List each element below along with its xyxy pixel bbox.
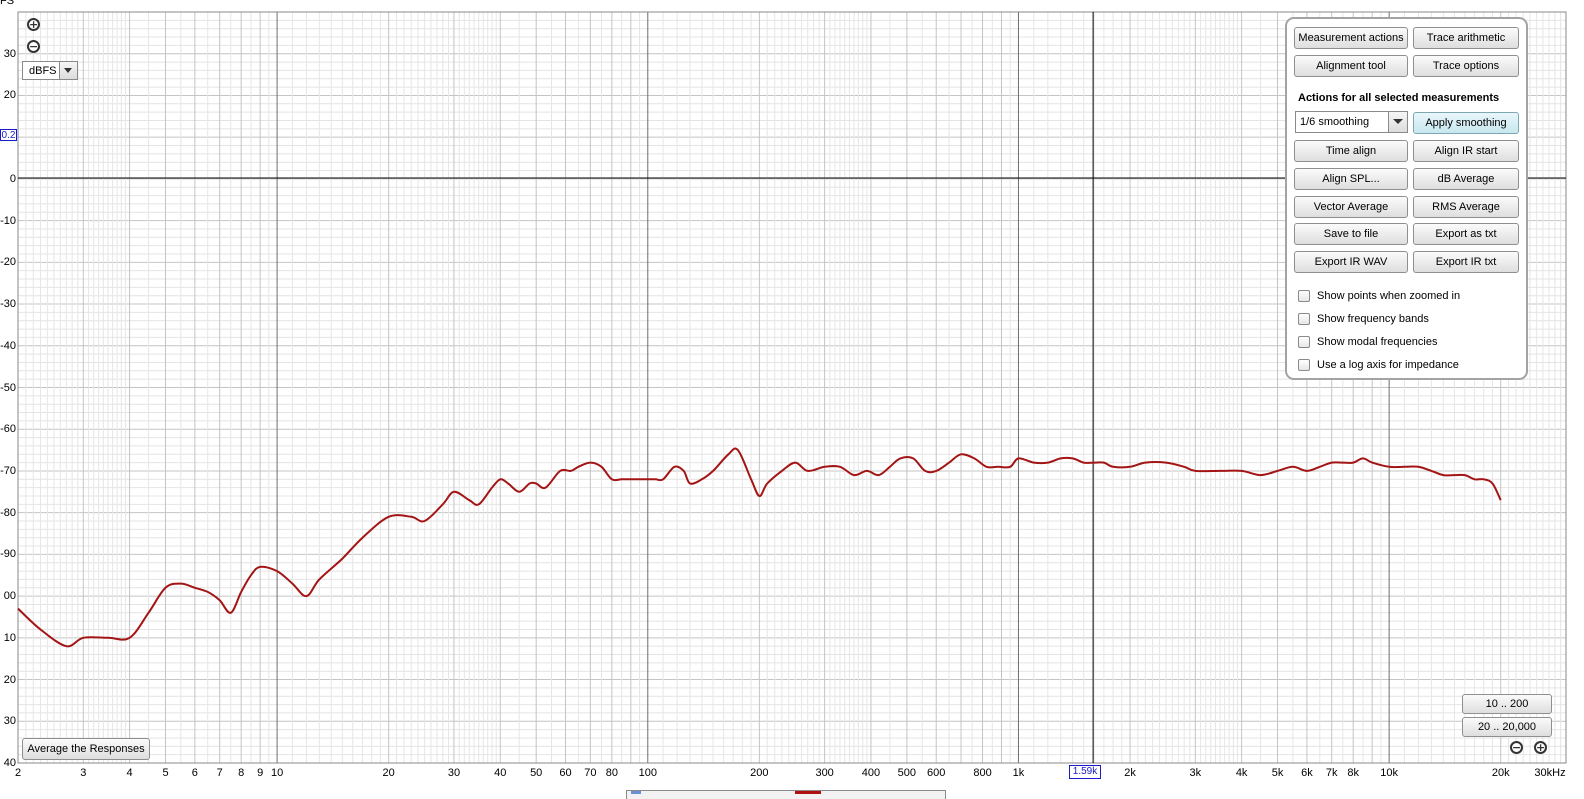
- x-tick-label: 6: [191, 767, 198, 779]
- x-tick-label: 2k: [1124, 767, 1136, 779]
- time-align-button[interactable]: Time align: [1294, 140, 1408, 162]
- y-tick-label: -60: [0, 423, 16, 436]
- y-tick-label: -40: [0, 339, 16, 352]
- y-tick-label: -20: [0, 256, 16, 269]
- x-tick-label: 60: [559, 767, 572, 779]
- x-tick-label: 8k: [1347, 767, 1360, 779]
- smoothing-select-value: 1/6 smoothing: [1300, 116, 1370, 128]
- range-10-200-button[interactable]: 10 .. 200: [1462, 694, 1552, 714]
- x-tick-label: 6k: [1301, 767, 1313, 779]
- x-tick-label: 10k: [1380, 767, 1398, 779]
- y-cursor-readout: 0.2: [0, 129, 17, 141]
- x-tick-label: 20k: [1491, 767, 1510, 779]
- checkbox-box[interactable]: [1298, 359, 1310, 371]
- x-tick-label: 70: [584, 767, 597, 779]
- y-tick-label: 00: [3, 590, 16, 603]
- x-tick-label: 8: [238, 767, 245, 779]
- y-tick-label: 30: [3, 47, 16, 60]
- x-tick-label: 5k: [1271, 767, 1284, 779]
- y-tick-label: 20: [3, 89, 16, 102]
- x-tick-label: 500: [897, 767, 917, 779]
- y-tick-label: 40: [3, 757, 16, 769]
- x-tick-label: 800: [973, 767, 992, 779]
- zoom-out-y-icon[interactable]: −: [27, 40, 40, 53]
- save-to-file-button[interactable]: Save to file: [1294, 223, 1408, 245]
- checkbox-label: Use a log axis for impedance: [1317, 359, 1459, 371]
- x-tick-label: 3: [80, 767, 87, 779]
- legend-swatch: [795, 791, 821, 794]
- checkbox-label: Show modal frequencies: [1317, 336, 1438, 348]
- x-tick-label: 4: [126, 767, 133, 779]
- y-tick-label: -50: [0, 381, 16, 394]
- x-tick-label: 10: [270, 767, 284, 779]
- unit-select-value: dBFS: [29, 65, 57, 77]
- x-tick-label: 50: [530, 767, 543, 779]
- x-tick-label: 9: [257, 767, 264, 779]
- y-tick-label: -90: [0, 548, 16, 561]
- smoothing-select[interactable]: 1/6 smoothing: [1295, 111, 1408, 133]
- controls-panel: Measurement actions Trace arithmetic Ali…: [1285, 17, 1528, 380]
- export-ir-txt-button[interactable]: Export IR txt: [1413, 251, 1519, 273]
- legend-swatch: [631, 791, 641, 794]
- x-tick-label: 5: [162, 767, 169, 779]
- y-tick-label: 20: [3, 673, 16, 686]
- checkbox-box[interactable]: [1298, 290, 1310, 302]
- zoom-out-x-icon[interactable]: −: [1510, 741, 1523, 754]
- x-tick-label: 100: [638, 767, 657, 779]
- trace-options-button[interactable]: Trace options: [1413, 55, 1519, 77]
- x-tick-label: 30kHz: [1534, 767, 1566, 779]
- trace-arithmetic-button[interactable]: Trace arithmetic: [1413, 27, 1519, 49]
- vector-average-button[interactable]: Vector Average: [1294, 196, 1408, 218]
- x-cursor-readout: 1.59k: [1069, 765, 1101, 779]
- y-tick-label: -30: [0, 298, 16, 311]
- y-tick-label: -10: [0, 214, 16, 227]
- apply-smoothing-button[interactable]: Apply smoothing: [1413, 112, 1519, 134]
- y-tick-label: 10: [3, 631, 16, 644]
- chevron-down-icon[interactable]: [1388, 112, 1407, 132]
- db-average-button[interactable]: dB Average: [1413, 168, 1519, 190]
- export-as-txt-button[interactable]: Export as txt: [1413, 223, 1519, 245]
- checkbox-label: Show points when zoomed in: [1317, 290, 1461, 302]
- x-tick-label: 4k: [1235, 767, 1248, 779]
- x-tick-label: 30: [447, 767, 461, 779]
- y-tick-label: -80: [0, 506, 16, 519]
- x-tick-label: 300: [815, 767, 834, 779]
- x-tick-label: 7k: [1325, 767, 1338, 779]
- alignment-tool-button[interactable]: Alignment tool: [1294, 55, 1408, 77]
- average-responses-button[interactable]: Average the Responses: [22, 738, 150, 760]
- y-tick-label: 0: [9, 172, 16, 185]
- checkbox-box[interactable]: [1298, 313, 1310, 325]
- x-tick-label: 2: [14, 767, 22, 779]
- x-tick-label: 20: [382, 767, 395, 779]
- align-ir-start-button[interactable]: Align IR start: [1413, 140, 1519, 162]
- zoom-in-y-icon[interactable]: +: [27, 18, 40, 31]
- y-tick-label: -70: [0, 464, 16, 477]
- zoom-in-x-icon[interactable]: +: [1534, 741, 1547, 754]
- legend-tab[interactable]: [626, 790, 946, 799]
- y-axis-unit-label: FS: [0, 0, 15, 7]
- y-tick-label: 30: [3, 715, 16, 728]
- chevron-down-icon[interactable]: [59, 62, 77, 79]
- checkbox-label: Show frequency bands: [1317, 313, 1429, 325]
- panel-heading: Actions for all selected measurements: [1298, 92, 1500, 104]
- measurement-actions-button[interactable]: Measurement actions: [1294, 27, 1408, 49]
- rms-average-button[interactable]: RMS Average: [1413, 196, 1519, 218]
- x-tick-label: 400: [861, 767, 881, 779]
- x-tick-label: 600: [927, 767, 946, 779]
- x-tick-label: 1k: [1012, 767, 1025, 779]
- x-tick-label: 3k: [1189, 767, 1202, 779]
- x-tick-label: 80: [605, 767, 618, 779]
- x-tick-label: 7: [216, 767, 223, 779]
- align-spl-button[interactable]: Align SPL...: [1294, 168, 1408, 190]
- range-20-20000-button[interactable]: 20 .. 20,000: [1462, 717, 1552, 737]
- x-tick-label: 200: [750, 767, 769, 779]
- x-tick-label: 40: [494, 767, 507, 779]
- export-ir-wav-button[interactable]: Export IR WAV: [1294, 251, 1408, 273]
- checkbox-box[interactable]: [1298, 336, 1310, 348]
- unit-select[interactable]: dBFS: [22, 61, 78, 80]
